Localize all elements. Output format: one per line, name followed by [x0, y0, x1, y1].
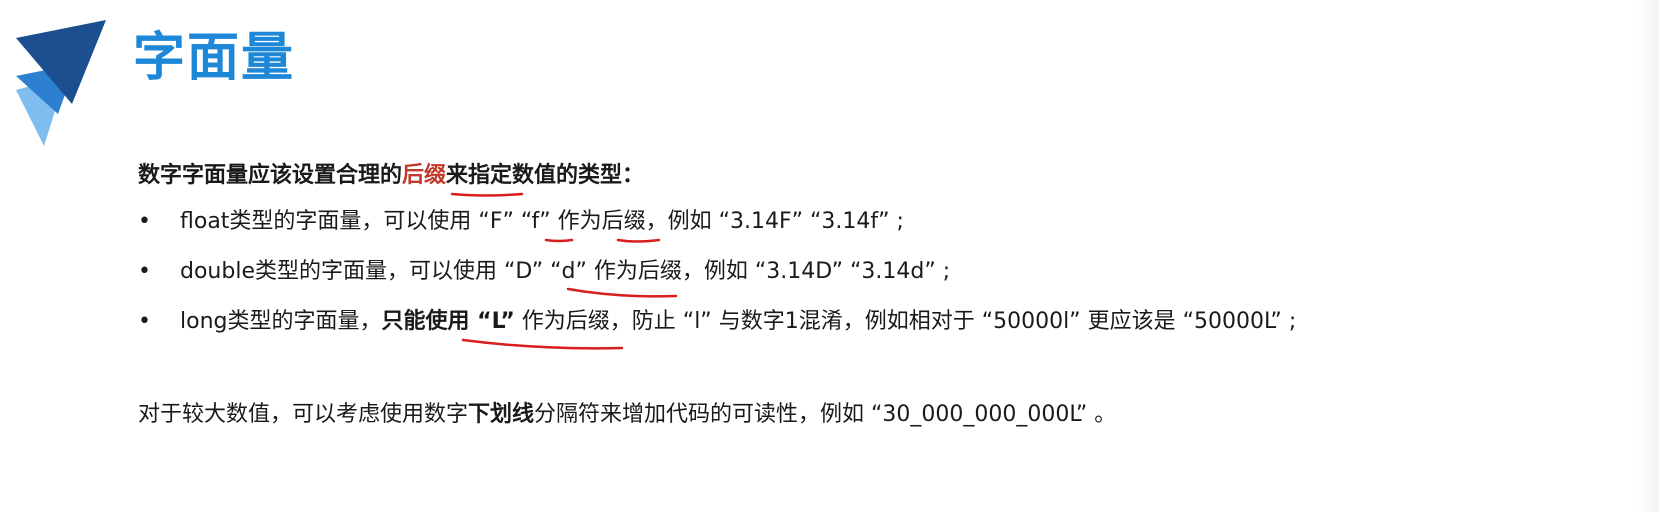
intro-highlight: 后缀	[402, 163, 447, 188]
note-sentence: 对于较大数值，可以考虑使用数字下划线分隔符来增加代码的可读性，例如 “30_00…	[138, 397, 1116, 433]
bullet-text-long: long类型的字面量，只能使用 “L” 作为后缀，防止 “l” 与数字1混淆，例…	[180, 304, 1296, 340]
bullet-long-strong: 只能使用 “L”	[381, 309, 515, 334]
bullet-marker: •	[138, 259, 151, 284]
annotation-underline-f	[616, 238, 661, 243]
bullet-text-float: float类型的字面量，可以使用 “F” “f” 作为后缀，例如 “3.14F”…	[180, 209, 904, 234]
logo-icon	[16, 20, 106, 146]
bullet-long-before: long类型的字面量，	[180, 309, 382, 334]
intro-prefix: 数字字面量应该设置合理的	[138, 163, 403, 188]
annotation-underline-suffix	[450, 192, 524, 197]
annotation-underline-long	[461, 338, 624, 350]
annotation-underline-F	[544, 238, 574, 243]
note-suffix: 分隔符来增加代码的可读性，例如 “30_000_000_000L” 。	[534, 402, 1117, 427]
bullet-marker: •	[138, 309, 151, 334]
note-prefix: 对于较大数值，可以考虑使用数字	[138, 402, 469, 427]
note-strong: 下划线	[468, 402, 535, 427]
bullet-marker: •	[138, 209, 151, 234]
intro-sentence: 数字字面量应该设置合理的后缀来指定数值的类型：	[138, 159, 644, 193]
slide-edge-shadow	[1635, 0, 1659, 512]
annotation-underline-double	[566, 287, 678, 298]
bullet-long-after: 作为后缀，防止 “l” 与数字1混淆，例如相对于 “50000l” 更应该是 “…	[514, 309, 1297, 334]
slide-title: 字面量	[133, 28, 296, 88]
intro-suffix: 来指定数值的类型：	[446, 163, 645, 188]
bullet-text-double: double类型的字面量，可以使用 “D” “d” 作为后缀，例如 “3.14D…	[180, 259, 951, 284]
